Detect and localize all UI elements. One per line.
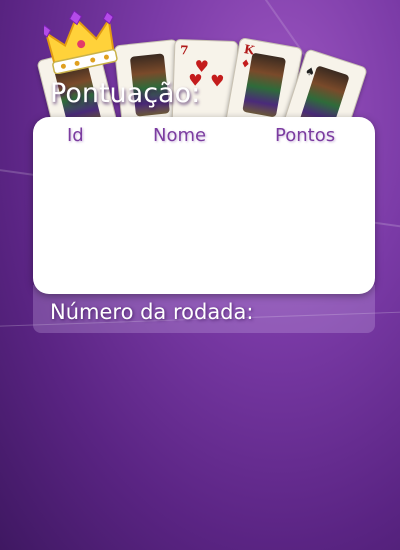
column-header-name: Nome [153, 125, 207, 146]
column-header-id: Id [67, 125, 84, 146]
heart-icon: ♥ [209, 71, 225, 91]
round-number-label: Número da rodada: [50, 300, 254, 324]
page-title: Pontuação: [50, 78, 201, 109]
column-header-points: Pontos [275, 125, 336, 146]
card-rank: 7 [179, 43, 189, 58]
crown-icon [44, 10, 118, 74]
scoreboard-table: Id Nome Pontos [33, 117, 375, 294]
